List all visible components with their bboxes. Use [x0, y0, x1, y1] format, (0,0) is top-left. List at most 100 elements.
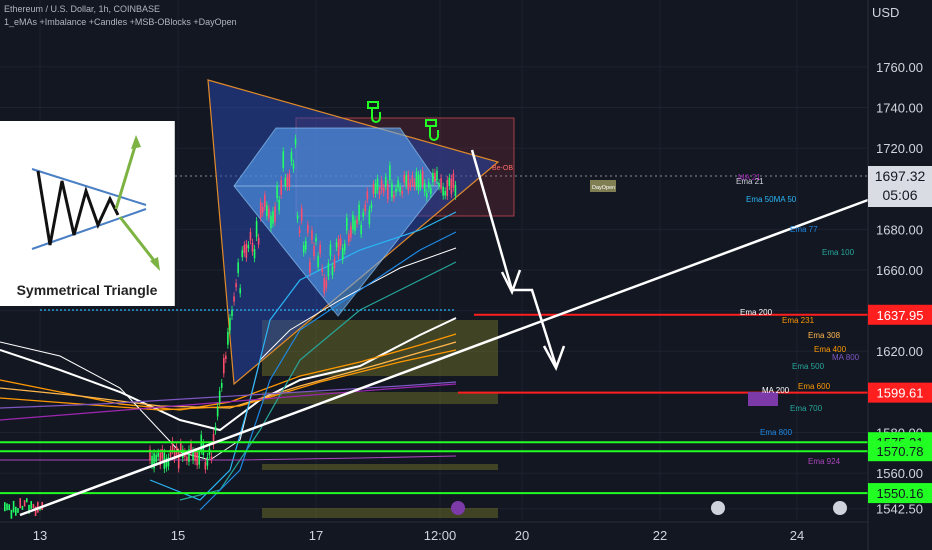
candle-body — [423, 183, 426, 193]
candle-body — [204, 461, 207, 470]
y-tick-label: 1720.00 — [876, 141, 923, 156]
event-icon — [711, 501, 725, 515]
y-tick-label: 1740.00 — [876, 100, 923, 115]
candle-body — [302, 245, 305, 253]
ma-label: Ema 500 — [792, 362, 825, 371]
candle-body — [362, 212, 364, 217]
candle-body — [210, 456, 213, 460]
candle-body — [23, 500, 26, 507]
candle-body — [438, 182, 440, 187]
candle-body — [360, 224, 362, 235]
y-tick-label: 1760.00 — [876, 60, 923, 75]
candle-body — [387, 183, 389, 200]
candle-body — [376, 178, 379, 190]
candle-body — [380, 180, 383, 190]
candle-body — [335, 242, 338, 248]
candle-body — [261, 207, 264, 213]
candle-body — [280, 180, 282, 195]
chart-stage[interactable]: DayOpen Be-OB MA 21 Ema 21 Ema 50MA 50 Ema 77… — [0, 0, 932, 550]
ma-label: Ema 50MA 50 — [746, 195, 797, 204]
candle-body — [337, 239, 340, 256]
candle-body — [196, 451, 198, 466]
candle-body — [430, 188, 432, 194]
price-tag-label: 1637.95 — [877, 308, 924, 323]
candle-body — [298, 229, 301, 234]
triangle-pattern-icon — [31, 135, 160, 271]
candle-body — [311, 230, 313, 241]
candle-body — [403, 174, 405, 183]
ma-label: Ema 800 — [760, 428, 793, 437]
chart-title: Ethereum / U.S. Dollar, 1h, COINBASE — [4, 4, 161, 14]
candle-body — [384, 177, 387, 187]
indicator-list: 1_eMAs +Imbalance +Candles +MSB-OBlocks … — [4, 17, 237, 27]
candle-body — [407, 174, 410, 191]
ma-label: MA 200 — [762, 386, 790, 395]
candle-body — [4, 502, 6, 512]
candle-body — [249, 231, 252, 241]
candle-body — [444, 191, 446, 196]
candle-body — [389, 165, 391, 181]
candle-body — [194, 451, 196, 461]
candle-body — [364, 204, 367, 211]
candle-body — [327, 263, 330, 277]
candle-body — [323, 278, 326, 293]
x-tick-label: 15 — [171, 528, 185, 543]
event-icon — [833, 501, 847, 515]
candle-body — [288, 173, 291, 187]
candle-body — [352, 215, 354, 230]
candle-body — [245, 243, 248, 258]
candle-body — [305, 241, 307, 250]
candle-body — [339, 238, 342, 246]
candle-body — [446, 179, 449, 196]
candle-body — [17, 508, 19, 513]
x-tick-label: 17 — [309, 528, 323, 543]
candle-body — [434, 172, 436, 182]
candle-body — [319, 244, 321, 254]
candle-body — [6, 503, 8, 511]
candle-body — [425, 192, 428, 198]
ma-label: Ema 308 — [808, 331, 841, 340]
candle-body — [192, 450, 194, 461]
candle-body — [227, 331, 229, 345]
candle-body — [350, 226, 352, 238]
candle-body — [225, 355, 227, 360]
candle-body — [307, 224, 309, 233]
bearish-ob-label: Be-OB — [492, 165, 513, 172]
candle-body — [202, 443, 205, 456]
candle-body — [315, 237, 317, 242]
candle-body — [348, 234, 350, 242]
candle-body — [216, 407, 219, 417]
candle-body — [278, 199, 280, 211]
price-tag-label: 1570.78 — [877, 444, 924, 459]
candle-body — [8, 504, 10, 511]
candle-body — [428, 182, 430, 189]
dayopen-label: DayOpen — [592, 185, 615, 191]
candle-body — [186, 456, 188, 461]
candle-body — [436, 170, 438, 181]
y-tick-label: 1680.00 — [876, 222, 923, 237]
candle-body — [397, 180, 399, 188]
candle-body — [243, 245, 246, 254]
ma-label: Ema 600 — [798, 382, 831, 391]
axis-currency: USD — [872, 5, 900, 20]
x-tick-label: 20 — [515, 528, 529, 543]
candle-body — [223, 357, 225, 374]
candle-body — [409, 182, 412, 188]
candle-body — [10, 509, 13, 519]
candle-body — [155, 454, 157, 462]
candle-body — [454, 184, 457, 196]
candle-body — [26, 498, 28, 503]
current-price-value: 1697.32 — [874, 168, 926, 184]
candle-body — [401, 190, 403, 195]
candle-body — [290, 152, 293, 162]
candle-body — [231, 309, 233, 316]
candle-body — [450, 178, 453, 194]
candle-body — [233, 296, 235, 302]
candle-body — [391, 183, 393, 197]
candle-body — [206, 457, 209, 466]
candle-body — [253, 248, 256, 259]
candle-body — [452, 173, 455, 188]
candle-body — [190, 443, 192, 451]
candle-body — [354, 220, 356, 231]
candle-body — [321, 268, 323, 272]
